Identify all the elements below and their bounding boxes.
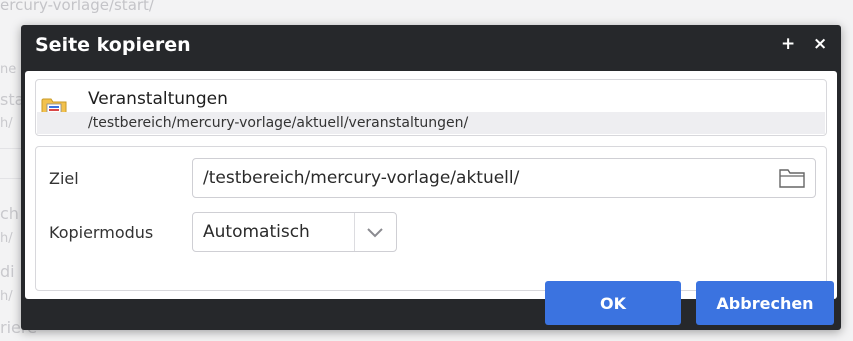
resource-name: Veranstaltungen [88,89,228,109]
background-fragment: h/ [0,116,13,131]
maximize-icon[interactable]: + [781,34,795,54]
background-fragment: h/ [0,289,13,304]
background-fragment: h/ [0,231,13,246]
background-fragment: ch [0,204,19,223]
close-icon[interactable]: × [813,34,827,54]
copy-mode-value: Automatisch [203,222,310,242]
copy-mode-label: Kopiermodus [49,223,154,242]
target-input[interactable]: /testbereich/mercury-vorlage/aktuell/ [192,158,816,198]
target-label: Ziel [49,169,79,188]
source-resource: Veranstaltungen /testbereich/mercury-vor… [35,79,827,136]
background-fragment: di [0,262,15,281]
dialog-titlebar[interactable]: Seite kopieren + × [21,25,841,67]
ok-button[interactable]: OK [545,281,681,325]
resource-path-row: /testbereich/mercury-vorlage/aktuell/ver… [37,112,825,134]
copy-mode-select[interactable]: Automatisch [192,212,397,252]
copy-page-dialog: Seite kopieren + × Veranstaltungen /test… [21,25,841,330]
target-value[interactable]: /testbereich/mercury-vorlage/aktuell/ [203,168,519,188]
background-fragment: ne [0,62,17,77]
chevron-down-icon[interactable] [366,225,384,239]
background-breadcrumb: ercury-vorlage/start/ [0,0,154,14]
dialog-title: Seite kopieren [35,34,191,56]
resource-path: /testbereich/mercury-vorlage/aktuell/ver… [88,115,469,131]
select-divider [354,213,355,251]
dialog-content: Veranstaltungen /testbereich/mercury-vor… [25,71,837,299]
folder-picker-icon[interactable] [777,167,807,189]
cancel-button[interactable]: Abbrechen [696,281,834,325]
copy-form: Ziel /testbereich/mercury-vorlage/aktuel… [35,146,827,291]
